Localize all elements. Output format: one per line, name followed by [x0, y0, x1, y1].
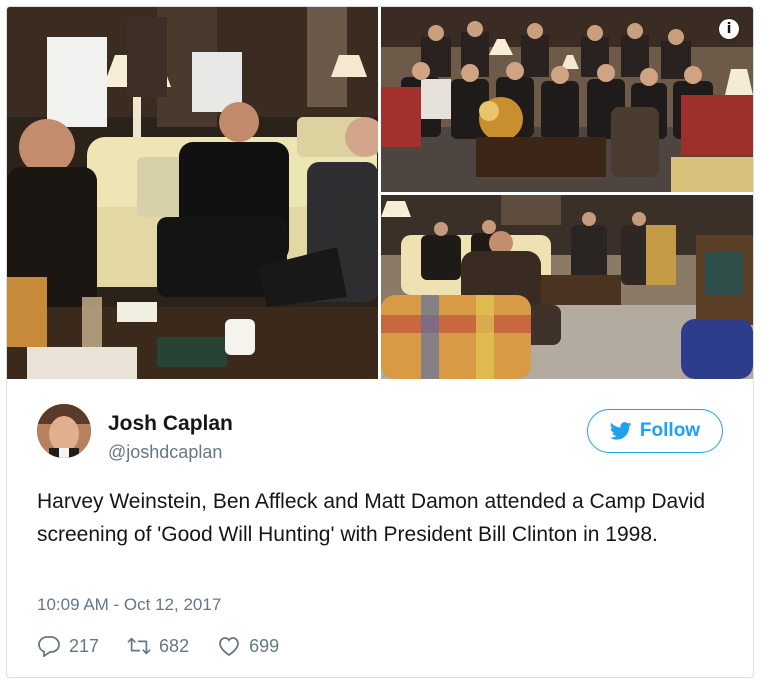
tweet-card: i Josh Caplan @joshdcaplan Follow Harvey… — [6, 6, 754, 678]
photo-watching-tv[interactable] — [381, 195, 753, 379]
retweet-icon — [127, 637, 151, 655]
like-action[interactable]: 699 — [217, 635, 279, 657]
tweet-media: i — [7, 7, 753, 379]
reply-count: 217 — [69, 635, 100, 656]
tweet-timestamp[interactable]: 10:09 AM - Oct 12, 2017 — [37, 595, 221, 615]
like-count: 699 — [249, 635, 280, 656]
heart-icon — [219, 637, 239, 657]
reply-icon — [38, 636, 60, 657]
tweet-actions: 217 682 699 — [37, 635, 307, 657]
twitter-bird-icon — [609, 422, 632, 440]
follow-button[interactable]: Follow — [587, 409, 723, 453]
avatar[interactable] — [37, 404, 91, 458]
tweet-body: Josh Caplan @joshdcaplan Follow Harvey W… — [7, 379, 753, 677]
reply-action[interactable]: 217 — [37, 635, 99, 657]
tweet-text: Harvey Weinstein, Ben Affleck and Matt D… — [37, 490, 706, 546]
photo-group-portrait[interactable] — [381, 7, 753, 192]
info-icon[interactable]: i — [719, 19, 739, 39]
photo-sofa-conversation[interactable] — [7, 7, 378, 379]
author-handle[interactable]: @joshdcaplan — [108, 442, 222, 463]
author-name[interactable]: Josh Caplan — [108, 412, 233, 436]
follow-label: Follow — [639, 420, 701, 441]
retweet-action[interactable]: 682 — [127, 635, 189, 657]
retweet-count: 682 — [159, 635, 190, 656]
